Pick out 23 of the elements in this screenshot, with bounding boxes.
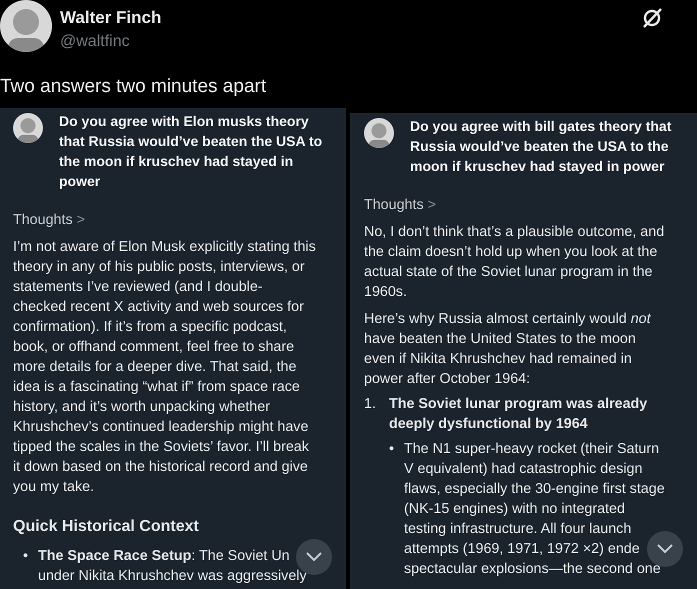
bullet-marker: • (23, 547, 30, 566)
avatar (13, 113, 43, 143)
post-text: Two answers two minutes apart (0, 75, 268, 99)
chevron-down-icon (657, 544, 673, 554)
answer-paragraph: I’m not aware of Elon Musk explicitly stating this theory in any of his public posts, interviews, or statements I’ve reviewed (and I double- checked recent X activity and web sources for confirmation). If it’s from a specific podcast, book, or offhand comment, feel free to share more details for a deeper dive. That said, the idea is a fascinating “what if” from space race history, and it’s worth unpacking whether Khrushchev’s continued leadership might have tipped the scales in the Soviets’ favor. I’ll break it down based on the historical record and give you my take. (13, 238, 317, 497)
scroll-down-button[interactable] (647, 531, 683, 567)
user-handle[interactable]: @waltfinc (60, 32, 633, 52)
thoughts-link[interactable]: Thoughts > (364, 195, 436, 215)
answer-paragraph: Here’s why Russia almost certainly would not have beaten the United States to the moon even if Nikita Khrushchev had remained in power after October 1964: (364, 310, 652, 389)
chevron-down-icon (306, 552, 322, 562)
question-text: Do you agree with Elon musks theory that Russia would’ve beaten the USA to the moon if kruschev had stayed in power (59, 112, 322, 191)
thoughts-link[interactable]: Thoughts > (13, 210, 85, 230)
avatar (364, 118, 394, 148)
question-text: Do you agree with bill gates theory that Russia would’ve beaten the USA to the moon if kruschev had stayed in power (410, 117, 672, 176)
bullet-text: The N1 super-heavy rocket (their Saturn V equivalent) had catastrophic design flaws, especially the 30-engine first stage (NK-15 engines) with no integrated testing infrastructure. All four launch attempts (1969, 1971, 1972 ×2) ende spectacular explosions—the second one (404, 440, 665, 579)
answer-paragraph: No, I don’t think that’s a plausible outcome, and the claim doesn’t hold up when you look at the actual state of the Soviet lunar program in the 1960s. (364, 223, 666, 302)
bullet-marker: • (389, 440, 396, 459)
avatar (0, 0, 52, 52)
author-name[interactable]: Walter Finch (60, 8, 633, 28)
list-number: 1. (364, 395, 377, 414)
bullet-text: The Space Race Setup: The Soviet Un under Nikita Khrushchev was aggressively (38, 547, 307, 586)
list-item-heading: The Soviet lunar program was already deeply dysfunctional by 1964 (389, 395, 648, 434)
section-heading: Quick Historical Context (13, 517, 200, 537)
